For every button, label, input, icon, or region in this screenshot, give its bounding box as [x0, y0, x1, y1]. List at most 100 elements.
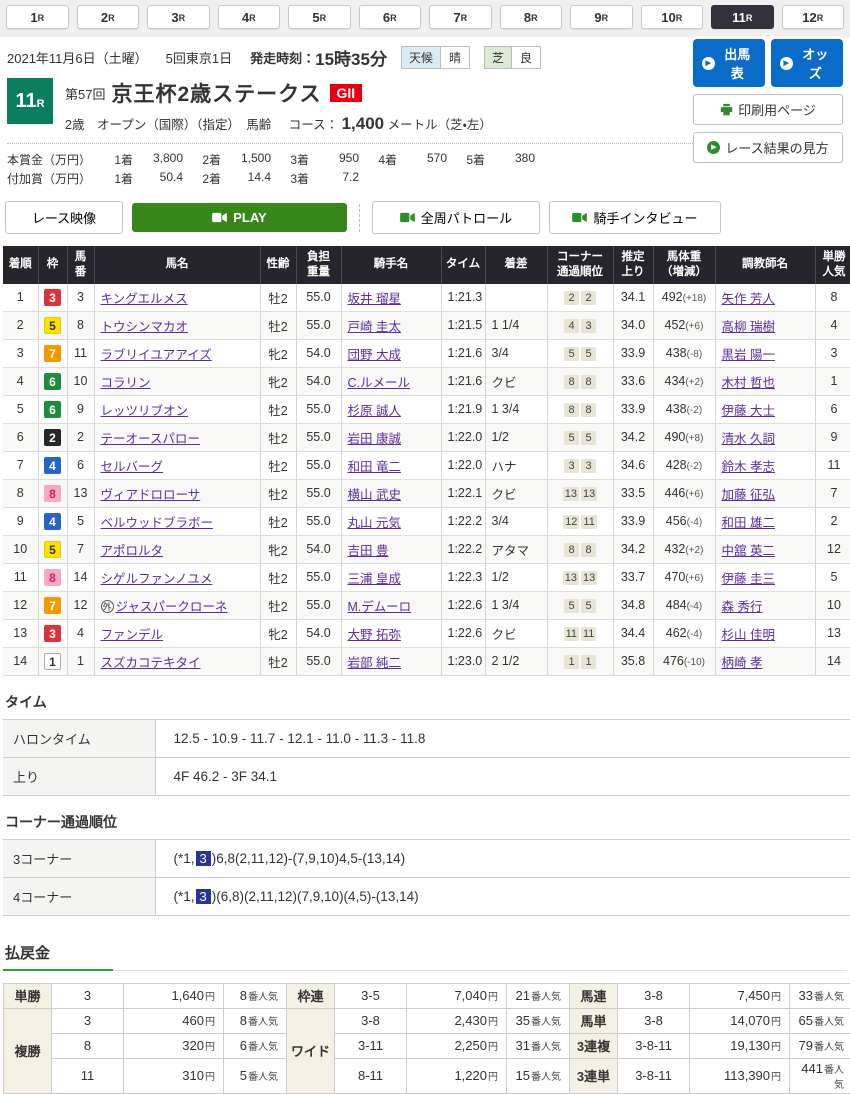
- horse-name-link[interactable]: レッツリブオン: [101, 404, 189, 418]
- horse-number: 8: [67, 311, 94, 339]
- trainer-name-link[interactable]: 柄崎 孝: [722, 656, 763, 670]
- jockey-name-link[interactable]: 杉原 誠人: [348, 404, 401, 418]
- trainer-cell: 矢作 芳人: [715, 284, 815, 312]
- jockey-name-link[interactable]: 大野 拓弥: [348, 628, 401, 642]
- horse-name-link[interactable]: コラリン: [101, 376, 151, 390]
- horse-name-link[interactable]: キングエルメス: [101, 292, 188, 306]
- play-button[interactable]: PLAY: [132, 203, 347, 232]
- payout-amount-value: 7,450: [737, 988, 770, 1003]
- prize-amount: 1,500: [221, 151, 271, 168]
- win-favorite-rank: 9: [815, 423, 850, 451]
- trainer-name-link[interactable]: 伊藤 大士: [722, 404, 775, 418]
- payout-popularity: 21番人気: [507, 983, 570, 1008]
- horse-name-link[interactable]: ジャスパークローネ: [116, 600, 228, 614]
- payout-amount-value: 2,430: [454, 1013, 487, 1028]
- jockey-name-link[interactable]: 団野 大成: [348, 348, 401, 362]
- trainer-name-link[interactable]: 森 秀行: [722, 600, 763, 614]
- payout-popularity: 8番人気: [224, 1008, 287, 1033]
- horse-name-link[interactable]: トウシンマカオ: [101, 320, 189, 334]
- horse-name-cell: レッツリブオン: [94, 395, 260, 423]
- horse-name-link[interactable]: スズカコテキタイ: [101, 656, 201, 670]
- race-tab-9R[interactable]: 9R: [570, 5, 633, 29]
- waku-cell: 8: [38, 563, 67, 591]
- grade-badge: GII: [330, 84, 363, 102]
- sex-age: 牝2: [260, 367, 296, 395]
- trainer-name-link[interactable]: 鈴木 孝志: [722, 460, 775, 474]
- tab-number: 9: [594, 10, 601, 25]
- last-3f-time: 34.1: [613, 284, 653, 312]
- last-3f-time: 33.7: [613, 563, 653, 591]
- print-page-button[interactable]: 印刷用ページ: [693, 94, 843, 125]
- jockey-name-link[interactable]: 三浦 皇成: [348, 572, 401, 586]
- horse-name-link[interactable]: シゲルファンノユメ: [101, 572, 213, 586]
- jockey-name-link[interactable]: 横山 武史: [348, 488, 401, 502]
- tab-number: 2: [101, 10, 108, 25]
- corner-position-chip: 13: [563, 487, 579, 501]
- race-tab-2R[interactable]: 2R: [77, 5, 140, 29]
- race-movie-button[interactable]: レース映像: [5, 201, 123, 234]
- trainer-name-link[interactable]: 高柳 瑞樹: [722, 320, 775, 334]
- trainer-cell: 木村 哲也: [715, 367, 815, 395]
- horse-name-cell: 外ジャスパークローネ: [94, 591, 260, 619]
- trainer-name-link[interactable]: 伊藤 圭三: [722, 572, 775, 586]
- horse-name-link[interactable]: アポロルタ: [101, 544, 164, 558]
- results-column-header: 馬体重 （増減）: [653, 246, 715, 284]
- trainer-name-link[interactable]: 木村 哲也: [722, 376, 775, 390]
- horse-name-link[interactable]: テーオースパロー: [101, 432, 200, 446]
- payout-amount-value: 14,070: [730, 1013, 770, 1028]
- horse-name-link[interactable]: ファンデル: [101, 628, 164, 642]
- jockey-interview-button[interactable]: 騎手インタビュー: [549, 201, 721, 234]
- carried-weight: 55.0: [296, 647, 341, 675]
- shutuba-button[interactable]: ▶ 出馬表: [693, 39, 765, 87]
- highlighted-horse-number: 3: [196, 889, 211, 904]
- horse-name-cell: キングエルメス: [94, 284, 260, 312]
- jockey-name-link[interactable]: 坂井 瑠星: [348, 292, 401, 306]
- race-tab-6R[interactable]: 6R: [359, 5, 422, 29]
- trainer-name-link[interactable]: 中舘 英二: [722, 544, 775, 558]
- race-condition-text: 2歳 オープン（国際）（指定） 馬齢: [65, 118, 271, 132]
- corner-positions-cell: 33: [547, 451, 613, 479]
- trainer-name-link[interactable]: 清水 久詞: [722, 432, 775, 446]
- jockey-name-link[interactable]: 丸山 元気: [348, 516, 401, 530]
- payout-combination: 3-8: [335, 1008, 407, 1033]
- race-tab-12R[interactable]: 12R: [782, 5, 845, 29]
- race-tab-5R[interactable]: 5R: [288, 5, 351, 29]
- corner-table-body: 3コーナー(*1,3)6,8(2,11,12)-(7,9,10)4,5-(13,…: [3, 839, 850, 915]
- payout-amount-value: 19,130: [730, 1038, 770, 1053]
- carried-weight: 55.0: [296, 395, 341, 423]
- jockey-name-link[interactable]: 岩部 純二: [348, 656, 401, 670]
- horse-name-link[interactable]: ベルウッドブラボー: [101, 516, 214, 530]
- jockey-name-link[interactable]: 吉田 豊: [348, 544, 389, 558]
- tab-number: 4: [242, 10, 249, 25]
- result-guide-button[interactable]: ▶ レース結果の見方: [693, 132, 843, 163]
- trainer-name-link[interactable]: 黒岩 陽一: [722, 348, 775, 362]
- jockey-name-link[interactable]: C.ルメール: [348, 376, 411, 390]
- race-tab-1R[interactable]: 1R: [6, 5, 69, 29]
- horse-name-link[interactable]: ラブリイユアアイズ: [101, 348, 212, 362]
- yen-suffix: 円: [205, 992, 215, 1003]
- race-tab-8R[interactable]: 8R: [500, 5, 563, 29]
- trainer-name-link[interactable]: 加藤 征弘: [722, 488, 775, 502]
- carried-weight: 54.0: [296, 535, 341, 563]
- jockey-name-link[interactable]: 岩田 康誠: [348, 432, 401, 446]
- race-tab-10R[interactable]: 10R: [641, 5, 704, 29]
- jockey-name-link[interactable]: M.デムーロ: [348, 600, 412, 614]
- race-tab-3R[interactable]: 3R: [147, 5, 210, 29]
- horse-name-link[interactable]: セルバーグ: [101, 460, 164, 474]
- jockey-name-link[interactable]: 和田 竜二: [348, 460, 401, 474]
- race-tab-4R[interactable]: 4R: [218, 5, 281, 29]
- results-table-body: 133キングエルメス牡255.0坂井 瑠星1:21.32234.1492(+18…: [3, 284, 850, 676]
- trainer-name-link[interactable]: 和田 雄二: [722, 516, 775, 530]
- race-tab-7R[interactable]: 7R: [429, 5, 492, 29]
- odds-button[interactable]: ▶ オッズ: [771, 39, 843, 87]
- patrol-video-button[interactable]: 全周パトロール: [372, 201, 540, 234]
- yen-suffix: 円: [771, 992, 781, 1003]
- horse-name-link[interactable]: ヴィアドロローサ: [101, 488, 201, 502]
- waku-badge: 6: [44, 401, 61, 418]
- trainer-name-link[interactable]: 杉山 佳明: [722, 628, 775, 642]
- jockey-name-link[interactable]: 戸崎 圭太: [348, 320, 401, 334]
- race-tab-11R[interactable]: 11R: [711, 5, 774, 29]
- popularity-suffix: 番人気: [248, 1072, 278, 1083]
- payout-amount: 1,640円: [124, 983, 224, 1008]
- trainer-name-link[interactable]: 矢作 芳人: [722, 292, 775, 306]
